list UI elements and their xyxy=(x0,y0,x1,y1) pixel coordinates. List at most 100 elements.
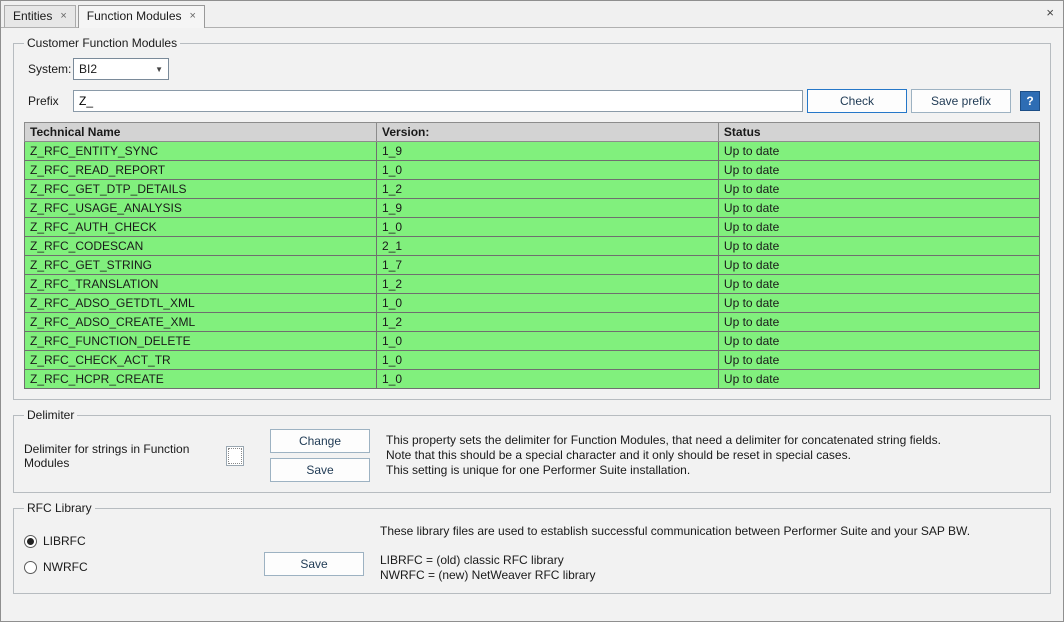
rfc-library-options: LIBRFC NWRFC xyxy=(24,520,264,574)
status-cell: Up to date xyxy=(718,199,1039,218)
system-label: System: xyxy=(28,62,73,76)
table-row[interactable]: Z_RFC_USAGE_ANALYSIS1_9Up to date xyxy=(25,199,1040,218)
status-cell: Up to date xyxy=(718,332,1039,351)
window-close-icon[interactable]: × xyxy=(1046,6,1054,19)
table-row[interactable]: Z_RFC_AUTH_CHECK1_0Up to date xyxy=(25,218,1040,237)
table-row[interactable]: Z_RFC_CHECK_ACT_TR1_0Up to date xyxy=(25,351,1040,370)
system-row: System: BI2 ▼ xyxy=(28,58,1040,80)
status-cell: Up to date xyxy=(718,294,1039,313)
prefix-input[interactable] xyxy=(73,90,803,112)
rfc-library-description: These library files are used to establis… xyxy=(380,520,970,583)
delimiter-input[interactable] xyxy=(226,446,244,466)
technical-name-cell: Z_RFC_FUNCTION_DELETE xyxy=(25,332,377,351)
tab-function-modules[interactable]: Function Modules × xyxy=(78,5,205,28)
tab-entities-label: Entities xyxy=(13,9,52,23)
prefix-label: Prefix xyxy=(28,94,73,108)
status-cell: Up to date xyxy=(718,313,1039,332)
status-cell: Up to date xyxy=(718,161,1039,180)
rfc-library-group: RFC Library LIBRFC NWRFC Save These libr… xyxy=(13,501,1051,594)
modules-table-body: Z_RFC_ENTITY_SYNC1_9Up to dateZ_RFC_READ… xyxy=(25,142,1040,389)
radio-selected-icon xyxy=(24,535,37,548)
table-row[interactable]: Z_RFC_GET_STRING1_7Up to date xyxy=(25,256,1040,275)
chevron-down-icon: ▼ xyxy=(155,65,163,74)
technical-name-cell: Z_RFC_ADSO_CREATE_XML xyxy=(25,313,377,332)
table-row[interactable]: Z_RFC_READ_REPORT1_0Up to date xyxy=(25,161,1040,180)
rfc-library-row: LIBRFC NWRFC Save These library files ar… xyxy=(24,520,1040,583)
technical-name-cell: Z_RFC_GET_DTP_DETAILS xyxy=(25,180,377,199)
status-cell: Up to date xyxy=(718,180,1039,199)
save-prefix-button[interactable]: Save prefix xyxy=(911,89,1011,113)
rfc-description-line2: LIBRFC = (old) classic RFC library xyxy=(380,553,970,568)
status-cell: Up to date xyxy=(718,370,1039,389)
customer-function-modules-group-title: Customer Function Modules xyxy=(24,36,180,50)
status-cell: Up to date xyxy=(718,237,1039,256)
technical-name-cell: Z_RFC_ENTITY_SYNC xyxy=(25,142,377,161)
radio-librfc-label: LIBRFC xyxy=(43,534,86,548)
radio-nwrfc[interactable]: NWRFC xyxy=(24,560,264,574)
table-row[interactable]: Z_RFC_ADSO_GETDTL_XML1_0Up to date xyxy=(25,294,1040,313)
delimiter-buttons: Change Save xyxy=(270,429,370,482)
status-cell: Up to date xyxy=(718,351,1039,370)
table-row[interactable]: Z_RFC_HCPR_CREATE1_0Up to date xyxy=(25,370,1040,389)
table-row[interactable]: Z_RFC_ADSO_CREATE_XML1_2Up to date xyxy=(25,313,1040,332)
table-row[interactable]: Z_RFC_FUNCTION_DELETE1_0Up to date xyxy=(25,332,1040,351)
version-cell: 1_9 xyxy=(377,142,719,161)
help-button[interactable]: ? xyxy=(1020,91,1040,111)
system-dropdown-value: BI2 xyxy=(79,62,97,76)
version-cell: 1_2 xyxy=(377,180,719,199)
technical-name-cell: Z_RFC_GET_STRING xyxy=(25,256,377,275)
technical-name-cell: Z_RFC_CODESCAN xyxy=(25,237,377,256)
version-cell: 1_9 xyxy=(377,199,719,218)
tab-function-modules-close-icon[interactable]: × xyxy=(190,11,196,22)
technical-name-cell: Z_RFC_CHECK_ACT_TR xyxy=(25,351,377,370)
tab-entities-close-icon[interactable]: × xyxy=(60,11,66,22)
version-cell: 1_0 xyxy=(377,161,719,180)
table-row[interactable]: Z_RFC_GET_DTP_DETAILS1_2Up to date xyxy=(25,180,1040,199)
technical-name-cell: Z_RFC_TRANSLATION xyxy=(25,275,377,294)
delimiter-row: Delimiter for strings in Function Module… xyxy=(24,429,1040,482)
status-cell: Up to date xyxy=(718,218,1039,237)
status-cell: Up to date xyxy=(718,275,1039,294)
delimiter-label: Delimiter for strings in Function Module… xyxy=(24,442,226,470)
table-row[interactable]: Z_RFC_ENTITY_SYNC1_9Up to date xyxy=(25,142,1040,161)
table-row[interactable]: Z_RFC_CODESCAN2_1Up to date xyxy=(25,237,1040,256)
delimiter-save-button[interactable]: Save xyxy=(270,458,370,482)
version-cell: 1_2 xyxy=(377,275,719,294)
rfc-library-buttons: Save xyxy=(264,520,364,576)
column-header-technical-name[interactable]: Technical Name xyxy=(25,123,377,142)
version-cell: 2_1 xyxy=(377,237,719,256)
check-button[interactable]: Check xyxy=(807,89,907,113)
version-cell: 1_2 xyxy=(377,313,719,332)
column-header-status[interactable]: Status xyxy=(718,123,1039,142)
status-cell: Up to date xyxy=(718,142,1039,161)
version-cell: 1_7 xyxy=(377,256,719,275)
radio-unselected-icon xyxy=(24,561,37,574)
version-cell: 1_0 xyxy=(377,294,719,313)
rfc-save-button[interactable]: Save xyxy=(264,552,364,576)
version-cell: 1_0 xyxy=(377,351,719,370)
delimiter-group: Delimiter Delimiter for strings in Funct… xyxy=(13,408,1051,493)
tab-entities[interactable]: Entities × xyxy=(4,5,76,27)
customer-function-modules-group: Customer Function Modules System: BI2 ▼ … xyxy=(13,36,1051,400)
delimiter-description-line2: Note that this should be a special chara… xyxy=(386,448,941,463)
question-mark-icon: ? xyxy=(1026,94,1033,108)
tab-strip: Entities × Function Modules × × xyxy=(1,1,1063,28)
delimiter-group-title: Delimiter xyxy=(24,408,77,422)
system-dropdown[interactable]: BI2 ▼ xyxy=(73,58,169,80)
rfc-description-gap xyxy=(380,539,970,553)
rfc-description-line3: NWRFC = (new) NetWeaver RFC library xyxy=(380,568,970,583)
rfc-library-group-title: RFC Library xyxy=(24,501,95,515)
technical-name-cell: Z_RFC_AUTH_CHECK xyxy=(25,218,377,237)
status-cell: Up to date xyxy=(718,256,1039,275)
delimiter-description-line3: This setting is unique for one Performer… xyxy=(386,463,941,478)
function-modules-table: Technical Name Version: Status Z_RFC_ENT… xyxy=(24,122,1040,389)
table-row[interactable]: Z_RFC_TRANSLATION1_2Up to date xyxy=(25,275,1040,294)
radio-librfc[interactable]: LIBRFC xyxy=(24,534,264,548)
rfc-description-line1: These library files are used to establis… xyxy=(380,524,970,539)
technical-name-cell: Z_RFC_HCPR_CREATE xyxy=(25,370,377,389)
delimiter-description: This property sets the delimiter for Fun… xyxy=(386,433,941,478)
column-header-version[interactable]: Version: xyxy=(377,123,719,142)
delimiter-change-button[interactable]: Change xyxy=(270,429,370,453)
version-cell: 1_0 xyxy=(377,218,719,237)
technical-name-cell: Z_RFC_READ_REPORT xyxy=(25,161,377,180)
